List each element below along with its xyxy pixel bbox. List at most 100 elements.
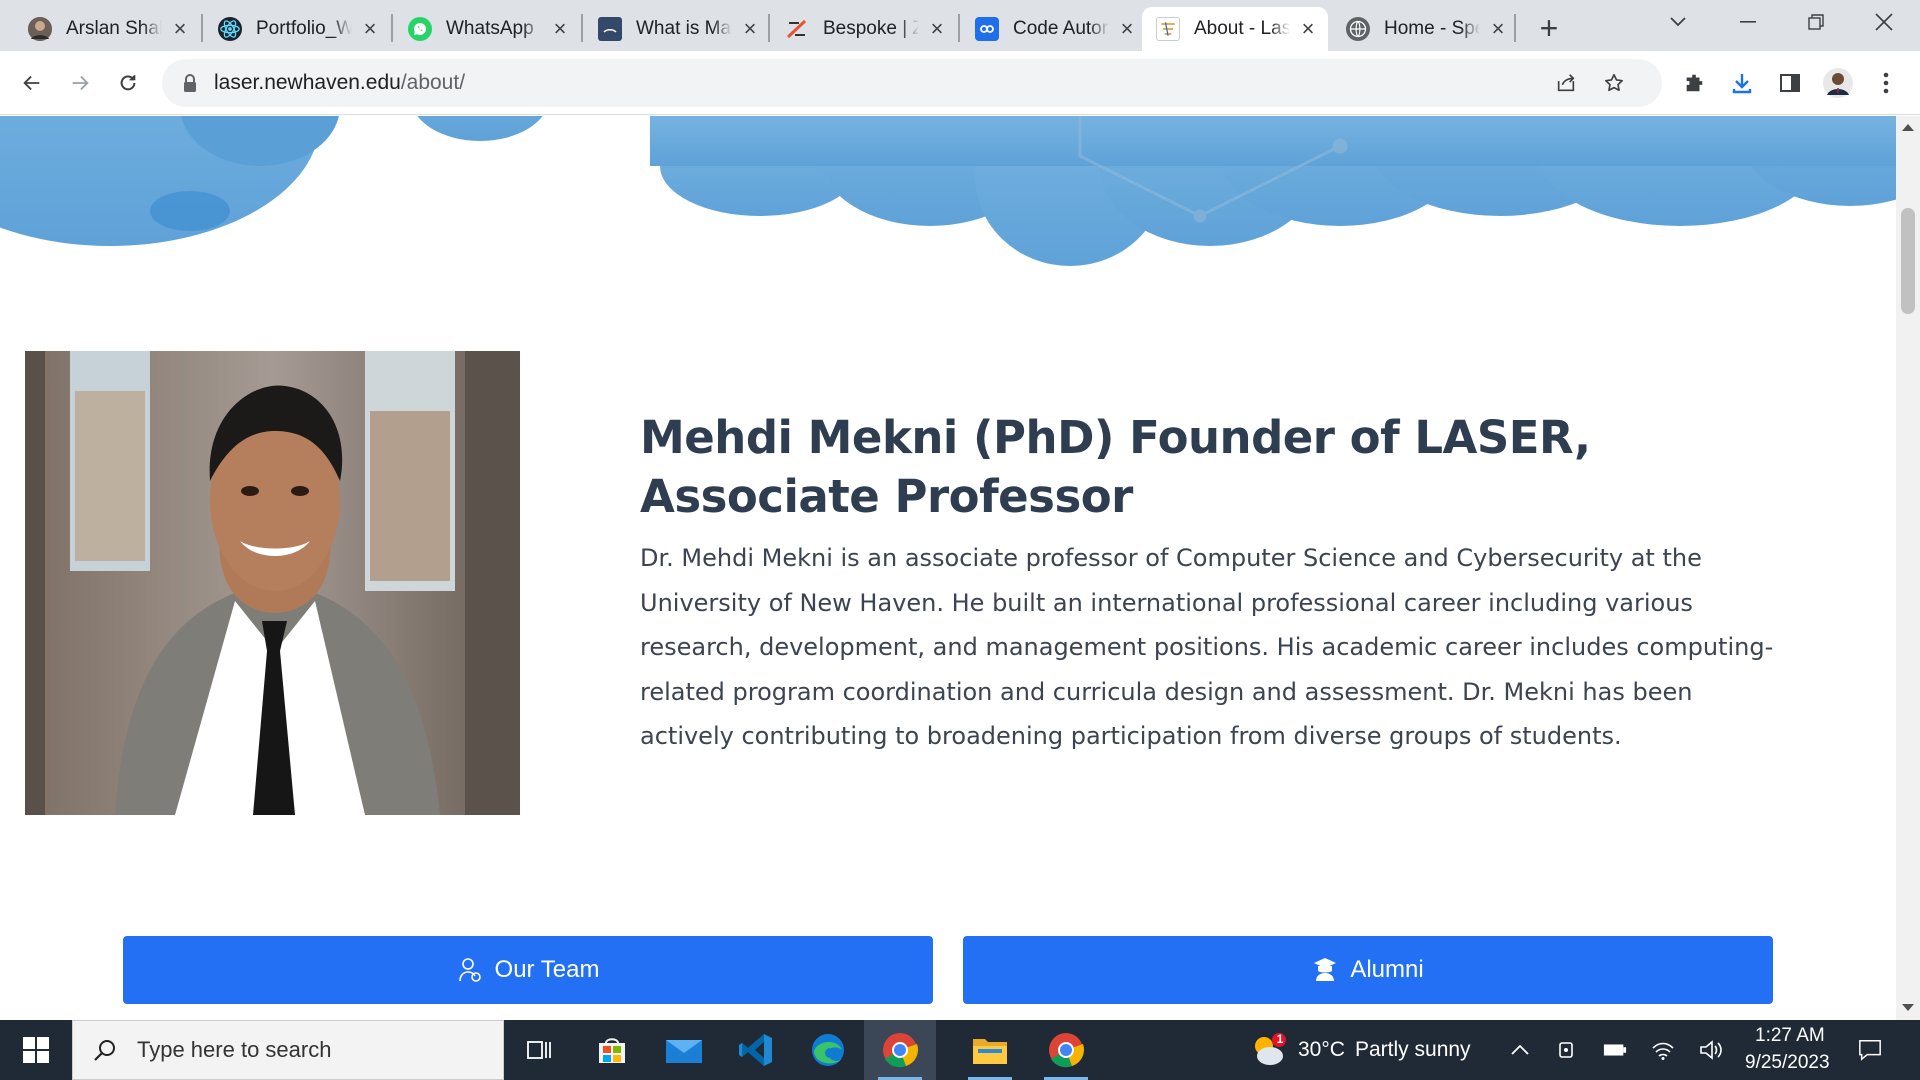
tab-title: Bespoke | Z xyxy=(823,18,919,39)
chrome-profile-button[interactable] xyxy=(1030,1020,1102,1080)
weather-temperature[interactable]: 30°C xyxy=(1298,1038,1345,1062)
scrollbar-thumb[interactable] xyxy=(1901,208,1915,314)
volume-icon[interactable] xyxy=(1699,1038,1723,1062)
battery-icon[interactable] xyxy=(1603,1038,1627,1062)
microsoft-store-button[interactable] xyxy=(576,1020,648,1080)
tab-divider xyxy=(768,14,770,42)
alumni-button[interactable]: Alumni xyxy=(963,936,1773,1004)
minimize-button[interactable] xyxy=(1716,0,1780,44)
tab-strip: Arslan Shah × Portfolio_W × WhatsApp × W… xyxy=(0,0,1920,51)
weather-widget-icon[interactable]: 1 xyxy=(1250,1032,1288,1068)
tab-what-is-ma[interactable]: What is Ma × xyxy=(584,7,770,51)
taskbar-search[interactable]: Type here to search xyxy=(72,1020,504,1080)
vscode-icon xyxy=(739,1034,772,1066)
download-icon xyxy=(1732,74,1752,94)
globe-icon xyxy=(1346,17,1370,41)
back-button[interactable] xyxy=(14,65,50,101)
tab-about-laser[interactable]: About - Las × xyxy=(1142,7,1328,51)
tab-search-button[interactable] xyxy=(1646,0,1710,44)
task-view-icon xyxy=(527,1041,551,1059)
url-text: laser.newhaven.edu/about/ xyxy=(214,71,465,95)
new-tab-button[interactable]: + xyxy=(1531,10,1567,46)
start-button[interactable] xyxy=(0,1020,72,1080)
close-icon[interactable]: × xyxy=(927,16,947,41)
avatar xyxy=(1823,68,1853,98)
weather-alert-badge: 1 xyxy=(1276,1032,1284,1046)
close-icon[interactable]: × xyxy=(550,16,570,41)
clock-date[interactable]: 9/25/2023 xyxy=(1745,1052,1830,1074)
tab-whatsapp[interactable]: WhatsApp × xyxy=(394,7,580,51)
tab-divider xyxy=(581,14,583,42)
close-icon xyxy=(1875,13,1893,31)
restore-button[interactable] xyxy=(1784,0,1848,44)
wifi-icon[interactable] xyxy=(1651,1038,1675,1062)
meet-now-icon[interactable] xyxy=(1555,1038,1579,1062)
minimize-icon xyxy=(1740,21,1756,23)
puzzle-icon xyxy=(1686,74,1703,92)
profile-photo xyxy=(25,351,520,815)
lock-icon[interactable] xyxy=(182,73,198,93)
share-button[interactable] xyxy=(1548,65,1584,101)
menu-button[interactable] xyxy=(1868,65,1904,101)
bookmark-button[interactable] xyxy=(1596,65,1632,101)
address-bar[interactable]: laser.newhaven.edu/about/ xyxy=(162,59,1662,107)
bio-paragraph: Dr. Mehdi Mekni is an associate professo… xyxy=(640,544,1774,751)
mail-icon xyxy=(666,1040,702,1063)
page-title: Mehdi Mekni (PhD) Founder of LASER, Asso… xyxy=(640,411,1591,523)
profile-photo-icon xyxy=(28,17,52,41)
chevron-down-icon xyxy=(1670,17,1686,27)
close-icon[interactable]: × xyxy=(1298,16,1318,41)
tab-code-autor[interactable]: Code Autor × xyxy=(961,7,1147,51)
windows-taskbar: Type here to search 1 30°C Partly sunny xyxy=(0,1020,1920,1080)
reload-button[interactable] xyxy=(110,65,146,101)
clock-time[interactable]: 1:27 AM xyxy=(1755,1025,1825,1047)
file-explorer-button[interactable] xyxy=(954,1020,1026,1080)
scroll-up-arrow[interactable] xyxy=(1902,124,1914,131)
tab-arslan-shah[interactable]: Arslan Shah × xyxy=(14,7,200,51)
close-icon[interactable]: × xyxy=(1488,16,1508,41)
downloads-button[interactable] xyxy=(1724,65,1760,101)
page-scrollbar[interactable] xyxy=(1896,116,1920,1020)
tab-title: WhatsApp xyxy=(446,18,534,39)
edge-button[interactable] xyxy=(792,1020,864,1080)
close-icon[interactable]: × xyxy=(740,16,760,41)
weather-condition[interactable]: Partly sunny xyxy=(1355,1038,1471,1062)
edge-icon xyxy=(812,1034,844,1066)
side-panel-button[interactable] xyxy=(1772,65,1808,101)
arrow-left-icon xyxy=(23,75,40,91)
show-hidden-icons-button[interactable] xyxy=(1508,1038,1532,1062)
close-icon[interactable]: × xyxy=(360,16,380,41)
whatsapp-icon xyxy=(408,17,432,41)
store-icon xyxy=(599,1038,625,1063)
tab-bespoke[interactable]: Bespoke | Z × xyxy=(771,7,957,51)
side-panel-icon xyxy=(1780,74,1800,92)
scroll-down-arrow[interactable] xyxy=(1902,1004,1914,1011)
tab-portfolio[interactable]: Portfolio_W × xyxy=(204,7,390,51)
tab-home-spe[interactable]: Home - Spe × xyxy=(1332,7,1518,51)
url-domain: laser.newhaven.edu xyxy=(214,71,401,94)
mail-button[interactable] xyxy=(648,1020,720,1080)
tab-divider xyxy=(391,14,393,42)
folder-icon xyxy=(973,1039,1007,1064)
notification-icon xyxy=(1859,1040,1881,1061)
tab-divider xyxy=(201,14,203,42)
chrome-button[interactable] xyxy=(864,1020,936,1080)
profile-button[interactable] xyxy=(1820,65,1856,101)
chrome-icon xyxy=(883,1033,919,1068)
notification-center-button[interactable] xyxy=(1858,1038,1882,1062)
our-team-button[interactable]: Our Team xyxy=(123,936,933,1004)
extensions-button[interactable] xyxy=(1676,65,1712,101)
task-view-button[interactable] xyxy=(504,1020,576,1080)
tab-divider xyxy=(958,14,960,42)
close-icon[interactable]: × xyxy=(170,16,190,41)
more-vert-icon xyxy=(1883,72,1889,94)
browser-toolbar: laser.newhaven.edu/about/ xyxy=(0,51,1920,115)
url-path: /about/ xyxy=(400,71,466,94)
tab-title: About - Las xyxy=(1194,18,1290,39)
tab-title: Arslan Shah xyxy=(66,18,162,39)
close-window-button[interactable] xyxy=(1852,0,1916,44)
windows-logo-icon xyxy=(23,1037,49,1063)
forward-button[interactable] xyxy=(62,65,98,101)
close-icon[interactable]: × xyxy=(1117,16,1137,41)
vscode-button[interactable] xyxy=(720,1020,792,1080)
